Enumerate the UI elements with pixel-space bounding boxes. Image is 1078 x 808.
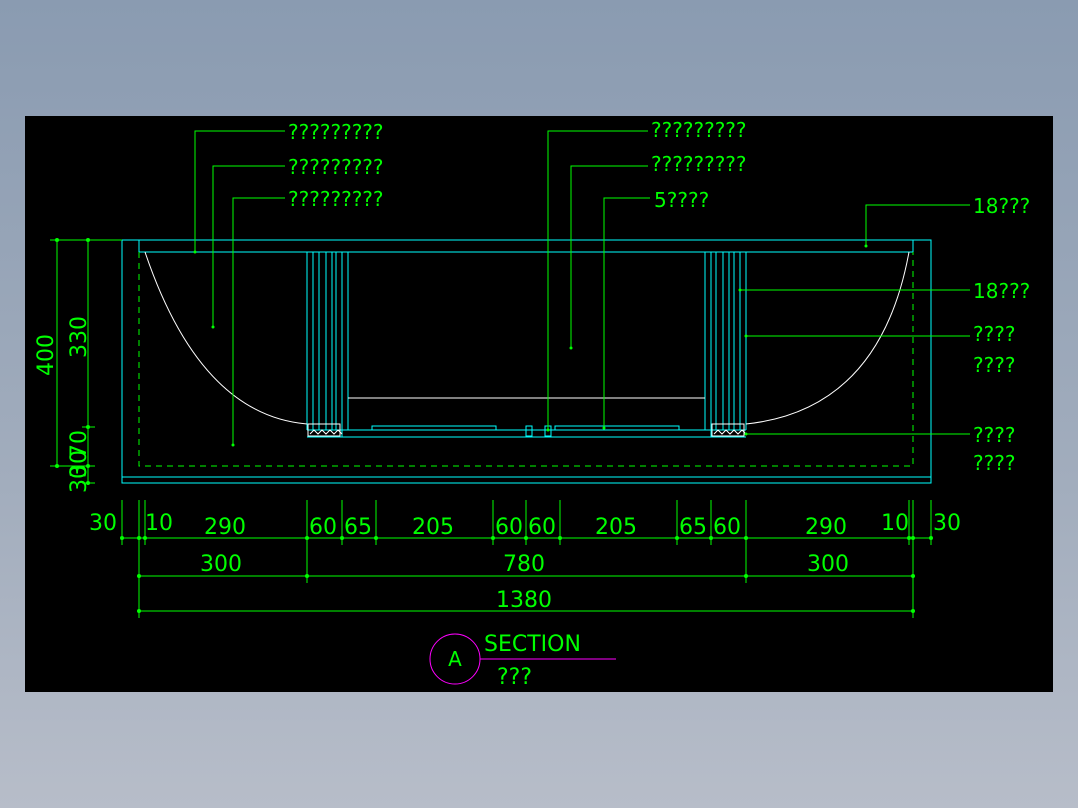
dim-30-b: 30 — [67, 465, 92, 493]
dim-row1-13: 30 — [933, 511, 961, 536]
leader-left-2 — [212, 165, 285, 327]
leader-center-1 — [547, 130, 648, 430]
label-right-3a: ???? — [973, 322, 1015, 346]
dim-row2-0: 300 — [200, 552, 242, 577]
label-left-1: ????????? — [288, 120, 384, 144]
bottom-rail — [307, 424, 746, 438]
leader-dots — [193, 244, 868, 447]
dim-row1-8: 205 — [595, 515, 637, 540]
dim-row2-2: 300 — [807, 552, 849, 577]
dim-row1-0: 30 — [89, 511, 117, 536]
left-curve — [144, 251, 308, 425]
label-left-2: ????????? — [288, 155, 384, 179]
dim-row1-7: 60 — [528, 515, 556, 540]
section-marker: A SECTION ??? — [429, 632, 616, 690]
section-drawing: ????????? ????????? ????????? ????????? … — [34, 118, 1030, 690]
label-right-2: 18??? — [973, 279, 1030, 303]
label-right-3b: ???? — [973, 353, 1015, 377]
dim-row3-0: 1380 — [496, 588, 552, 613]
dim-row1-12: 10 — [881, 511, 909, 536]
curved-bowl — [144, 251, 910, 437]
dim-row1-6: 60 — [495, 515, 523, 540]
leader-center-3 — [603, 197, 650, 428]
dim-400: 400 — [34, 334, 59, 376]
dim-row1-10: 60 — [713, 515, 741, 540]
dim-330: 330 — [67, 316, 92, 358]
dim-row1-11: 290 — [805, 515, 847, 540]
leader-labels: ????????? ????????? ????????? ????????? … — [288, 118, 1030, 475]
right-column — [704, 252, 747, 430]
label-right-4a: ???? — [973, 423, 1015, 447]
label-center-1: ????????? — [651, 118, 747, 142]
left-column — [306, 252, 349, 430]
right-curve — [745, 251, 910, 425]
dim-row1-3: 60 — [309, 515, 337, 540]
leader-left-1 — [194, 130, 285, 252]
section-title: SECTION — [484, 632, 581, 657]
section-marker-letter: A — [448, 647, 462, 671]
dim-row2-1: 780 — [503, 552, 545, 577]
label-left-3: ????????? — [288, 187, 384, 211]
section-subtitle: ??? — [497, 665, 532, 690]
cabinet-geometry — [121, 239, 932, 484]
dim-row1-2: 290 — [204, 515, 246, 540]
dim-row1-5: 205 — [412, 515, 454, 540]
label-right-1: 18??? — [973, 194, 1030, 218]
label-center-2: ????????? — [651, 152, 747, 176]
dim-row1-4: 65 — [344, 515, 372, 540]
cad-drawing-canvas: ????????? ????????? ????????? ????????? … — [25, 116, 1053, 692]
label-right-4b: ???? — [973, 451, 1015, 475]
leader-left-3 — [232, 197, 285, 445]
leader-center-2 — [570, 165, 648, 348]
dim-row1-1: 10 — [145, 511, 173, 536]
label-center-3: 5???? — [654, 188, 709, 212]
outer-frame — [121, 239, 932, 484]
horizontal-dim-labels: 30 10 290 60 65 205 60 60 205 65 60 290 … — [89, 511, 961, 613]
dim-row1-9: 65 — [679, 515, 707, 540]
